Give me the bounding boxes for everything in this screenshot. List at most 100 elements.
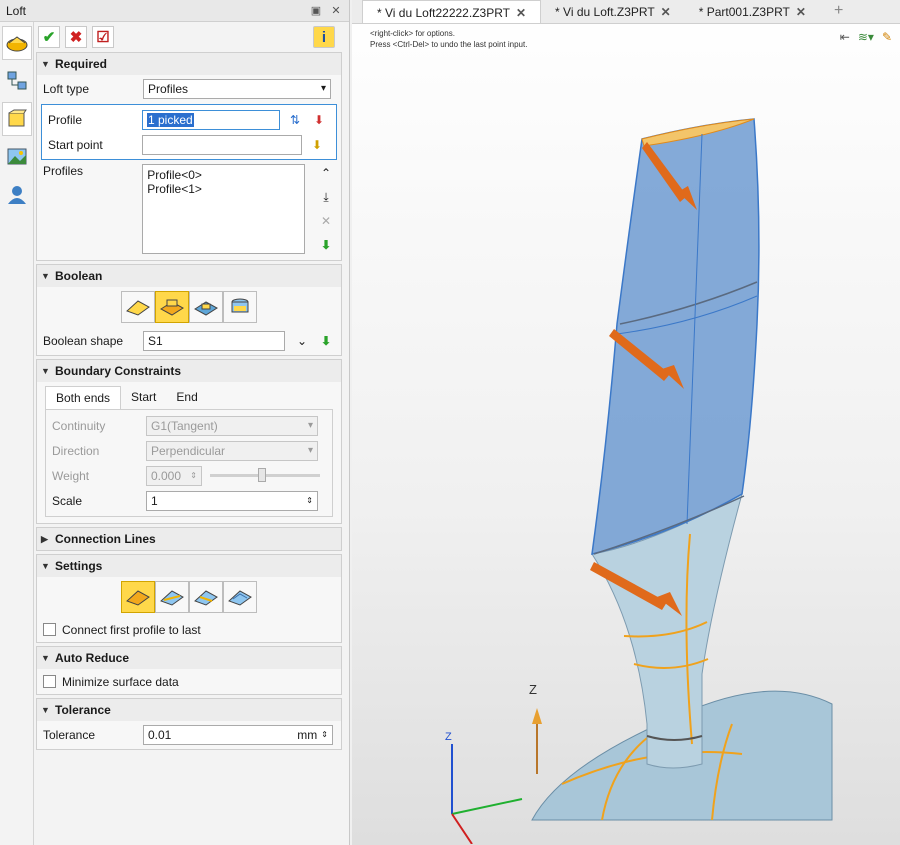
remove-shape-icon[interactable] xyxy=(189,291,223,323)
minimize-checkbox[interactable] xyxy=(43,675,56,688)
spin-icon[interactable]: ⇕ xyxy=(321,726,328,744)
minimize-label: Minimize surface data xyxy=(62,674,179,689)
loft-dialog: Loft ▣ ✕ ✔ ✖ ☑ i ▼ Required Loft type Pr… xyxy=(0,0,350,845)
boolean-shape-input[interactable]: S1 xyxy=(143,331,285,351)
collapse-icon: ▼ xyxy=(41,705,50,715)
image-tab-icon[interactable] xyxy=(2,140,32,174)
part-tab-icon[interactable] xyxy=(2,102,32,136)
surface-option-3-icon[interactable] xyxy=(189,581,223,613)
list-item[interactable]: Profile<1> xyxy=(147,182,300,196)
z-arrow-icon xyxy=(532,708,542,724)
close-icon[interactable]: ✕ xyxy=(516,6,526,20)
doc-tab-part001[interactable]: * Part001.Z3PRT ✕ xyxy=(685,0,820,23)
connection-section: ▶ Connection Lines xyxy=(36,527,342,551)
viewport[interactable]: * Vi du Loft22222.Z3PRT ✕ * Vi du Loft.Z3… xyxy=(352,0,900,845)
close-icon[interactable]: ✕ xyxy=(661,5,671,19)
z-axis-small-label: Z xyxy=(445,731,452,743)
move-up-icon[interactable]: ⌃ xyxy=(317,164,335,182)
required-header[interactable]: ▼ Required xyxy=(37,53,341,75)
feature-tab-icon[interactable] xyxy=(2,26,32,60)
z-axis-label: Z xyxy=(529,682,537,697)
insert-icon[interactable]: ⤓ xyxy=(317,188,335,206)
collapse-icon: ▼ xyxy=(41,271,50,281)
point-pick-icon[interactable]: ⬇ xyxy=(308,136,326,154)
close-icon[interactable]: ✕ xyxy=(329,4,343,18)
dialog-toolbar: ✔ ✖ ☑ i xyxy=(36,22,342,52)
required-section: ▼Required Loft type Profiles Profile 1 p… xyxy=(36,52,342,261)
doc-tab-loft22222[interactable]: * Vi du Loft22222.Z3PRT ✕ xyxy=(362,0,542,23)
user-tab-icon[interactable] xyxy=(2,178,32,212)
boundary-header[interactable]: ▼ Boundary Constraints xyxy=(37,360,341,382)
close-icon[interactable]: ✕ xyxy=(796,5,806,19)
x-axis xyxy=(451,813,473,844)
spin-icon[interactable]: ⇕ xyxy=(306,492,313,510)
collapse-icon: ▼ xyxy=(41,561,50,571)
tab-end[interactable]: End xyxy=(166,386,207,409)
ok-button[interactable]: ✔ xyxy=(38,26,60,48)
base-shape-icon[interactable] xyxy=(121,291,155,323)
intersect-shape-icon[interactable] xyxy=(223,291,257,323)
auto-reduce-section: ▼ Auto Reduce Minimize surface data xyxy=(36,646,342,695)
boolean-section: ▼ Boolean Boolean shape S1 ⌄ ⬇ xyxy=(36,264,342,356)
boundary-tabs: Both ends Start End xyxy=(45,386,333,409)
surface-option-1-icon[interactable] xyxy=(121,581,155,613)
dialog-title: Loft xyxy=(6,3,27,18)
remove-icon[interactable]: ✕ xyxy=(317,212,335,230)
info-button[interactable]: i xyxy=(313,26,335,48)
surface-option-4-icon[interactable] xyxy=(223,581,257,613)
boolean-shape-label: Boolean shape xyxy=(43,334,124,348)
profile-input[interactable]: 1 picked xyxy=(142,109,280,130)
collapse-icon: ▼ xyxy=(41,59,50,69)
weight-input[interactable]: 0.000 ⇕ xyxy=(146,465,202,486)
surface-option-2-icon[interactable] xyxy=(155,581,189,613)
boolean-header[interactable]: ▼ Boolean xyxy=(37,265,341,287)
profile-label: Profile xyxy=(48,112,83,127)
boolean-icon-bar xyxy=(37,287,341,327)
dialog-titlebar: Loft ▣ ✕ xyxy=(0,0,349,22)
weight-label: Weight xyxy=(52,468,90,483)
continuity-label: Continuity xyxy=(52,418,106,433)
expand-arrow-icon: ▶ xyxy=(41,533,48,544)
apply-button[interactable]: ☑ xyxy=(92,26,114,48)
tab-start[interactable]: Start xyxy=(121,386,166,409)
scale-input[interactable]: 1 ⇕ xyxy=(146,490,318,511)
tolerance-input[interactable]: 0.01 mm ⇕ xyxy=(143,725,333,745)
scale-label: Scale xyxy=(52,493,83,508)
boundary-tab-body: Continuity G1(Tangent) Direction Perpend… xyxy=(45,409,333,517)
tolerance-header[interactable]: ▼ Tolerance xyxy=(37,699,341,721)
list-item[interactable]: Profile<0> xyxy=(147,168,300,182)
pick-icon[interactable]: ⬇ xyxy=(310,111,328,129)
connection-header[interactable]: ▶ Connection Lines xyxy=(37,528,341,550)
tab-both-ends[interactable]: Both ends xyxy=(45,386,122,409)
tolerance-label: Tolerance xyxy=(43,728,96,742)
loft-type-select[interactable]: Profiles xyxy=(143,78,331,99)
direction-label: Direction xyxy=(52,443,100,458)
boolean-pick-icon[interactable]: ⬇ xyxy=(317,332,335,350)
slider-handle[interactable] xyxy=(258,468,266,482)
tolerance-section: ▼ Tolerance Tolerance 0.01 mm ⇕ xyxy=(36,698,342,750)
auto-reduce-header[interactable]: ▼ Auto Reduce xyxy=(37,647,341,669)
profiles-label: Profiles xyxy=(43,164,84,178)
spin-icon[interactable]: ⇕ xyxy=(190,467,197,485)
start-point-input[interactable] xyxy=(142,134,302,155)
model-canvas[interactable]: Z Z xyxy=(352,24,900,844)
add-shape-icon[interactable] xyxy=(155,291,189,323)
add-icon[interactable]: ⬇ xyxy=(317,236,335,254)
reverse-icon[interactable]: ⇅ xyxy=(286,111,304,129)
settings-header[interactable]: ▼ Settings xyxy=(37,555,341,577)
continuity-select[interactable]: G1(Tangent) xyxy=(146,415,318,436)
cancel-button[interactable]: ✖ xyxy=(65,26,87,48)
boundary-section: ▼ Boundary Constraints Both ends Start En… xyxy=(36,359,342,524)
new-tab-icon[interactable]: + xyxy=(820,0,857,23)
direction-select[interactable]: Perpendicular xyxy=(146,440,318,461)
profiles-list[interactable]: Profile<0> Profile<1> xyxy=(142,164,305,254)
collapse-icon: ▼ xyxy=(41,366,50,376)
assembly-tab-icon[interactable] xyxy=(2,64,32,98)
loft-type-label: Loft type xyxy=(43,81,90,96)
settings-icon-bar xyxy=(37,577,341,617)
weight-slider[interactable] xyxy=(210,468,320,482)
pin-icon[interactable]: ▣ xyxy=(309,4,323,18)
connect-profiles-checkbox[interactable] xyxy=(43,623,56,636)
expand-icon[interactable]: ⌄ xyxy=(293,332,311,350)
doc-tab-loft[interactable]: * Vi du Loft.Z3PRT ✕ xyxy=(541,0,685,23)
